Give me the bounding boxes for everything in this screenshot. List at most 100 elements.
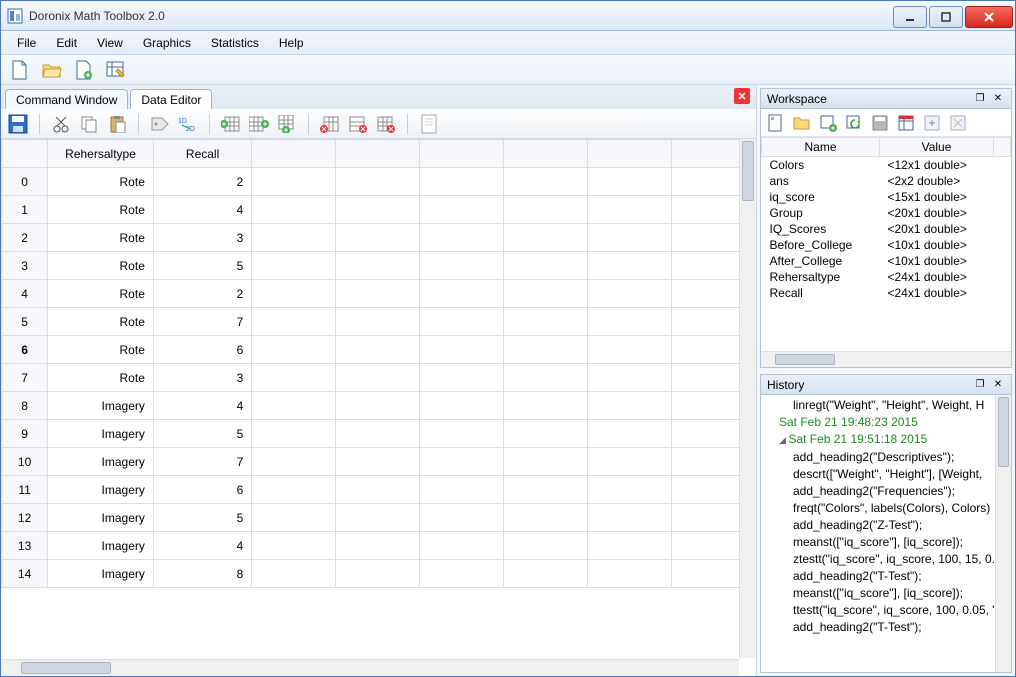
cell[interactable]: 5 (153, 420, 251, 448)
cell[interactable]: Imagery (48, 420, 154, 448)
cell-empty[interactable] (504, 504, 588, 532)
history-line[interactable]: linregt("Weight", "Height", Weight, H (765, 397, 1007, 414)
history-line[interactable]: meanst(["iq_score"], [iq_score]); (765, 585, 1007, 602)
table-row[interactable]: 8Imagery4 (2, 392, 756, 420)
cell-empty[interactable] (588, 224, 672, 252)
row-index[interactable]: 11 (2, 476, 48, 504)
close-button[interactable] (965, 6, 1013, 28)
cell[interactable]: Rote (48, 224, 154, 252)
cell-empty[interactable] (336, 364, 420, 392)
history-line[interactable]: add_heading2("T-Test"); (765, 619, 1007, 636)
grid-col-header[interactable]: Recall (153, 140, 251, 168)
cell[interactable]: Rote (48, 168, 154, 196)
workspace-row[interactable]: Group<20x1 double> (762, 205, 1011, 221)
cell-empty[interactable] (504, 560, 588, 588)
cell-empty[interactable] (588, 280, 672, 308)
cell-empty[interactable] (252, 196, 336, 224)
properties-icon[interactable] (418, 113, 440, 135)
cell-empty[interactable] (252, 532, 336, 560)
cell[interactable]: Imagery (48, 532, 154, 560)
table-row[interactable]: 10Imagery7 (2, 448, 756, 476)
cell-empty[interactable] (336, 448, 420, 476)
cell-empty[interactable] (252, 336, 336, 364)
cell-empty[interactable] (420, 420, 504, 448)
cell[interactable]: Rote (48, 336, 154, 364)
menu-view[interactable]: View (87, 33, 133, 53)
cut-icon[interactable] (50, 113, 72, 135)
cell-empty[interactable] (420, 336, 504, 364)
cell-empty[interactable] (504, 308, 588, 336)
data-grid[interactable]: RehersaltypeRecall 0Rote21Rote42Rote33Ro… (1, 139, 756, 676)
cell-empty[interactable] (336, 504, 420, 532)
grid-col-empty[interactable] (252, 140, 336, 168)
grid-horizontal-scrollbar[interactable] (1, 659, 739, 676)
cell-empty[interactable] (420, 532, 504, 560)
history-line[interactable]: add_heading2("Z-Test"); (765, 517, 1007, 534)
cell-empty[interactable] (252, 224, 336, 252)
cell-empty[interactable] (420, 252, 504, 280)
cell-empty[interactable] (588, 364, 672, 392)
ws-table-icon[interactable] (895, 112, 917, 134)
cell-empty[interactable] (504, 280, 588, 308)
grid-col-empty[interactable] (588, 140, 672, 168)
workspace-row[interactable]: iq_score<15x1 double> (762, 189, 1011, 205)
ws-export-icon[interactable] (921, 112, 943, 134)
cell-empty[interactable] (504, 336, 588, 364)
delete-cell-icon[interactable] (375, 113, 397, 135)
table-row[interactable]: 1Rote4 (2, 196, 756, 224)
cell-empty[interactable] (420, 224, 504, 252)
menu-graphics[interactable]: Graphics (133, 33, 201, 53)
cell-empty[interactable] (420, 280, 504, 308)
history-line[interactable]: add_heading2("Descriptives"); (765, 449, 1007, 466)
cell-empty[interactable] (420, 168, 504, 196)
cell-empty[interactable] (588, 476, 672, 504)
cell[interactable]: 5 (153, 504, 251, 532)
cell[interactable]: Rote (48, 252, 154, 280)
cell[interactable]: 3 (153, 364, 251, 392)
history-v-scrollbar[interactable] (995, 395, 1011, 672)
cell-empty[interactable] (336, 280, 420, 308)
cell-empty[interactable] (252, 168, 336, 196)
table-row[interactable]: 6Rote6 (2, 336, 756, 364)
cell-empty[interactable] (588, 504, 672, 532)
table-edit-icon[interactable] (105, 59, 127, 81)
cell-empty[interactable] (504, 224, 588, 252)
grid-vertical-scrollbar[interactable] (739, 139, 756, 658)
cell-empty[interactable] (252, 252, 336, 280)
cell-empty[interactable] (252, 308, 336, 336)
table-row[interactable]: 4Rote2 (2, 280, 756, 308)
table-row[interactable]: 9Imagery5 (2, 420, 756, 448)
cell[interactable]: 2 (153, 280, 251, 308)
cell-empty[interactable] (252, 448, 336, 476)
row-index[interactable]: 5 (2, 308, 48, 336)
row-index[interactable]: 0 (2, 168, 48, 196)
table-row[interactable]: 14Imagery8 (2, 560, 756, 588)
cell-empty[interactable] (336, 196, 420, 224)
cell-empty[interactable] (252, 364, 336, 392)
row-index[interactable]: 8 (2, 392, 48, 420)
close-tab-button[interactable]: ✕ (734, 88, 750, 104)
cell[interactable]: Imagery (48, 448, 154, 476)
cell-empty[interactable] (504, 252, 588, 280)
cell-empty[interactable] (252, 504, 336, 532)
table-row[interactable]: 2Rote3 (2, 224, 756, 252)
cell[interactable]: Rote (48, 308, 154, 336)
history-line[interactable]: add_heading2("Frequencies"); (765, 483, 1007, 500)
workspace-row[interactable]: Recall<24x1 double> (762, 285, 1011, 301)
ws-col-name[interactable]: Name (762, 138, 880, 157)
ws-save-icon[interactable] (869, 112, 891, 134)
menu-edit[interactable]: Edit (46, 33, 87, 53)
cell-empty[interactable] (336, 224, 420, 252)
table-row[interactable]: 0Rote2 (2, 168, 756, 196)
cell-empty[interactable] (252, 392, 336, 420)
history-line[interactable]: descrt(["Weight", "Height"], [Weight, (765, 466, 1007, 483)
cell-empty[interactable] (588, 560, 672, 588)
table-row[interactable]: 11Imagery6 (2, 476, 756, 504)
menu-help[interactable]: Help (269, 33, 314, 53)
row-index[interactable]: 1 (2, 196, 48, 224)
cell-empty[interactable] (420, 392, 504, 420)
row-index[interactable]: 3 (2, 252, 48, 280)
cell[interactable]: Imagery (48, 392, 154, 420)
panel-undock-icon[interactable]: ❐ (973, 378, 987, 392)
cell-empty[interactable] (504, 532, 588, 560)
